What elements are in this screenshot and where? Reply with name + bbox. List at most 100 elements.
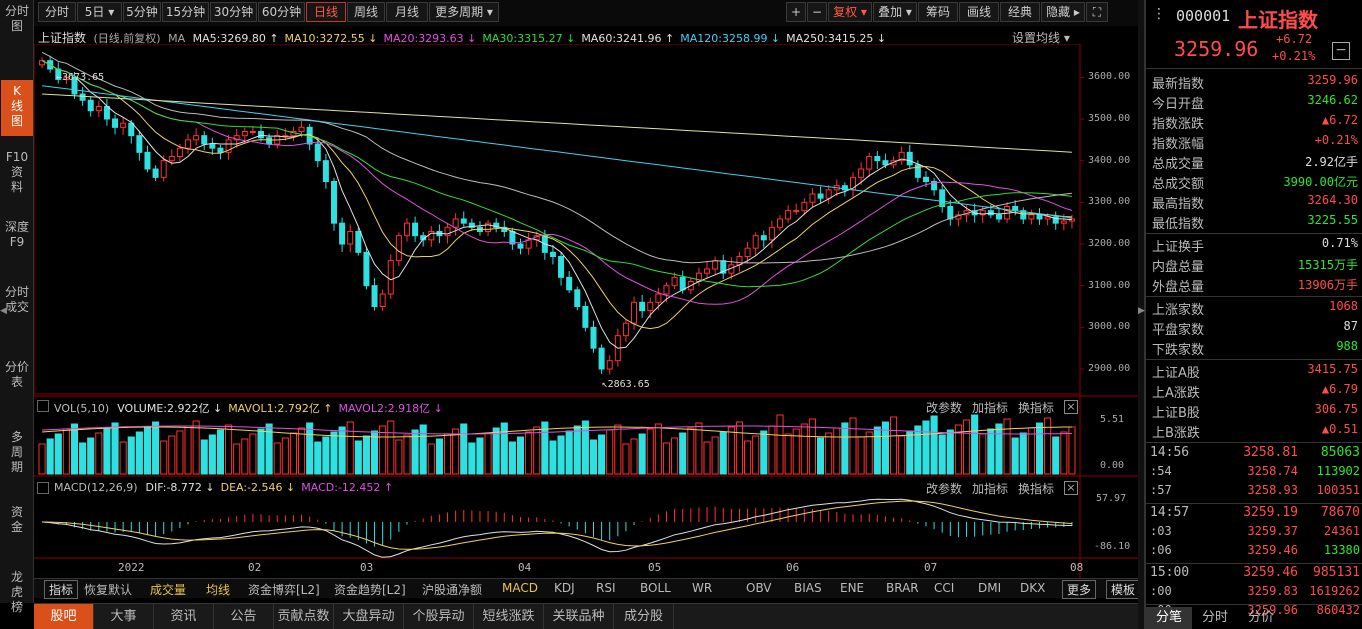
period-toolbar: 分时 5日 ▾ 5分钟 15分钟 30分钟 60分钟 日线 周线 月线 更多周期 ▾ + − 复权 ▾ 叠…	[34, 0, 1138, 26]
macd-button-0[interactable]: 改参数	[926, 480, 962, 497]
indicator-tab-5[interactable]: 资金趋势[L2]	[334, 581, 406, 598]
bottom-tab-7[interactable]: 短线涨跌	[474, 604, 544, 629]
bottom-tab-2[interactable]: 资讯	[154, 604, 214, 629]
indicator-tab-9[interactable]: RSI	[596, 581, 616, 595]
volume-bar	[784, 433, 792, 475]
bottom-tab-4[interactable]: 贡献点数	[274, 604, 334, 629]
candle-body	[671, 276, 678, 287]
toolbar-right-button-2[interactable]: 复权 ▾	[828, 2, 872, 22]
tick-volume: 24361	[1323, 524, 1360, 538]
period-tab-8[interactable]: 月线	[386, 2, 428, 22]
quote-tab-2[interactable]: 分价	[1238, 607, 1284, 629]
indicator-tab-6[interactable]: 沪股通净额	[422, 581, 482, 598]
indicator-tab-18[interactable]: DKX	[1020, 581, 1045, 595]
indicator-tab-4[interactable]: 资金博弈[L2]	[248, 581, 320, 598]
candle-body	[322, 160, 329, 182]
bottom-tab-9[interactable]: 成分股	[614, 604, 674, 629]
menu-icon[interactable]: ⋮	[1152, 6, 1166, 22]
left-nav-item-1[interactable]: K 线 图	[1, 80, 33, 136]
volume-bar	[533, 426, 541, 475]
left-nav-item-0[interactable]: 分时 图	[3, 4, 31, 34]
candle-body	[412, 222, 419, 237]
indicator-tab-3[interactable]: 均线	[206, 581, 230, 598]
indicator-tab-20[interactable]: 模板	[1106, 580, 1141, 599]
indicator-tab-0[interactable]: 指标	[44, 580, 79, 599]
toolbar-right-button-0[interactable]: +	[786, 2, 806, 22]
quote-tab-1[interactable]: 分时	[1192, 607, 1238, 629]
tick-time: 14:57	[1150, 505, 1190, 520]
volume-button-2[interactable]: 换指标	[1018, 399, 1054, 416]
period-tab-0[interactable]: 分时	[38, 2, 76, 22]
period-tab-4[interactable]: 30分钟	[210, 2, 257, 22]
macd-close-icon[interactable]: ×	[1064, 481, 1078, 495]
indicator-tab-16[interactable]: CCI	[934, 581, 954, 595]
left-nav-item-6[interactable]: 多 周 期	[3, 430, 31, 475]
indicator-tab-7[interactable]: MACD	[502, 581, 538, 595]
left-nav-item-5[interactable]: 分价 表	[3, 360, 31, 390]
macd-button-1[interactable]: 加指标	[972, 480, 1008, 497]
indicator-tab-14[interactable]: ENE	[840, 581, 864, 595]
toolbar-right-button-6[interactable]: 经典	[1000, 2, 1040, 22]
left-nav-item-7[interactable]: 资 金	[3, 505, 31, 535]
indicator-tab-17[interactable]: DMI	[978, 581, 1001, 595]
left-nav-item-3[interactable]: 深度 F9	[3, 220, 31, 250]
bottom-tab-5[interactable]: 大盘异动	[334, 604, 404, 629]
toolbar-right-button-5[interactable]: 画线	[959, 2, 999, 22]
period-tab-9[interactable]: 更多周期 ▾	[429, 2, 499, 22]
bottom-tab-8[interactable]: 关联品种	[544, 604, 614, 629]
expand-arrow-icon[interactable]: ◀	[0, 306, 7, 316]
toolbar-right-button-8[interactable]: ⛶	[1086, 2, 1108, 22]
period-tab-3[interactable]: 15分钟	[162, 2, 209, 22]
volume-bar	[46, 438, 54, 475]
indicator-tab-8[interactable]: KDJ	[554, 581, 575, 595]
left-nav-item-8[interactable]: 龙 虎 榜	[3, 570, 31, 615]
volume-bar	[679, 432, 687, 475]
volume-bar	[581, 420, 589, 475]
indicator-tab-19[interactable]: 更多	[1062, 580, 1097, 599]
volume-button-0[interactable]: 改参数	[926, 399, 962, 416]
period-tab-1[interactable]: 5日 ▾	[77, 2, 122, 22]
price-tick-2: 3400.00	[1088, 154, 1131, 166]
divider	[1146, 442, 1362, 443]
period-tab-5[interactable]: 60分钟	[258, 2, 305, 22]
indicator-tab-2[interactable]: 成交量	[150, 581, 186, 598]
macd-button-2[interactable]: 换指标	[1018, 480, 1054, 497]
toolbar-right-button-4[interactable]: 筹码	[918, 2, 958, 22]
indicator-tab-12[interactable]: OBV	[746, 581, 772, 595]
left-nav-item-4[interactable]: 分时 成交	[3, 285, 31, 315]
quote-row-c-0: 上涨家数 1068	[1152, 298, 1358, 318]
indicator-tab-11[interactable]: WR	[692, 581, 712, 595]
period-tab-7[interactable]: 周线	[347, 2, 385, 22]
main-panel-frame	[34, 44, 1081, 395]
collapse-arrow-icon[interactable]: ▶	[1138, 306, 1145, 316]
volume-close-icon[interactable]: ×	[1064, 400, 1078, 414]
bottom-tab-6[interactable]: 个股异动	[404, 604, 474, 629]
candle-body	[663, 285, 670, 295]
volume-button-1[interactable]: 加指标	[972, 399, 1008, 416]
toolbar-right-button-3[interactable]: 叠加 ▾	[873, 2, 917, 22]
candle-body	[103, 106, 110, 120]
bottom-tab-3[interactable]: 公告	[214, 604, 274, 629]
quote-tab-0[interactable]: 分笔	[1146, 607, 1192, 629]
kline-chart[interactable]: ←3673.65 ↖2863.65	[34, 44, 1138, 578]
volume-bar	[208, 434, 216, 475]
indicator-tab-15[interactable]: BRAR	[886, 581, 919, 595]
toolbar-right-button-1[interactable]: −	[807, 2, 827, 22]
volume-bar	[176, 430, 184, 475]
volume-bar	[387, 420, 395, 475]
left-nav-item-2[interactable]: F10 资 料	[3, 150, 31, 195]
macd-collapse-icon[interactable]	[37, 482, 49, 494]
minimize-icon[interactable]: −	[1332, 42, 1350, 60]
indicator-tab-10[interactable]: BOLL	[640, 581, 671, 595]
indicator-tab-1[interactable]: 恢复默认	[84, 581, 132, 598]
volume-bar	[946, 429, 954, 475]
period-tab-6[interactable]: 日线	[306, 2, 346, 22]
indicator-tab-13[interactable]: BIAS	[794, 581, 822, 595]
volume-collapse-icon[interactable]	[37, 400, 49, 412]
bottom-tab-1[interactable]: 大事	[94, 604, 154, 629]
toolbar-right-button-7[interactable]: 隐藏 ▸	[1041, 2, 1085, 22]
period-tab-2[interactable]: 5分钟	[123, 2, 161, 22]
candle-body	[128, 122, 135, 137]
bottom-tab-0[interactable]: 股吧	[34, 604, 94, 629]
quote-label: 指数涨跌	[1152, 117, 1205, 132]
